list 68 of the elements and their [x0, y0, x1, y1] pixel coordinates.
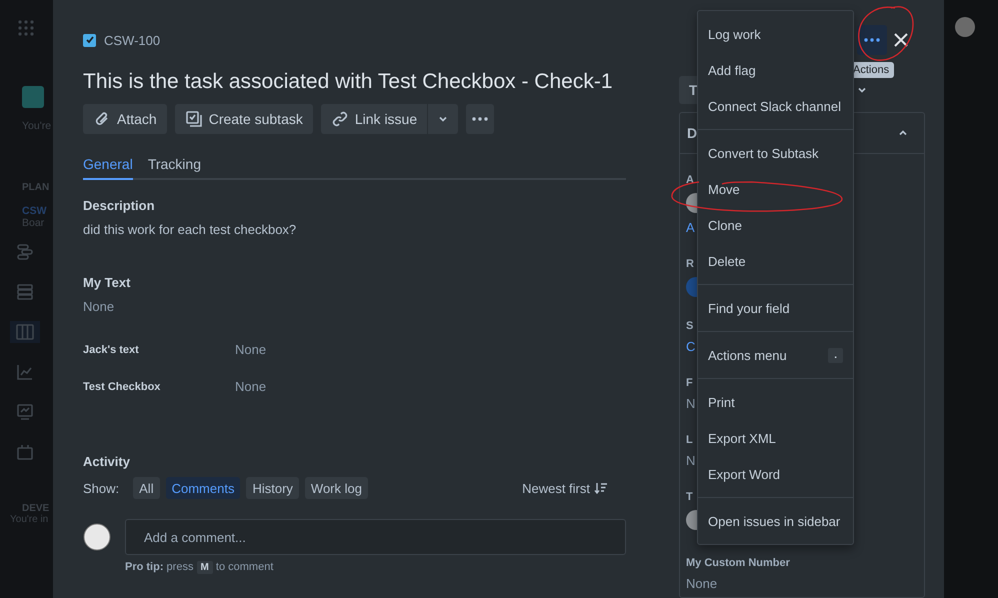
field-label: Test Checkbox — [83, 380, 162, 392]
link-icon — [330, 110, 349, 128]
section-heading: Activity — [83, 454, 131, 469]
issue-key-link[interactable]: CSW-100 — [104, 32, 160, 48]
field-value[interactable]: None — [235, 342, 266, 357]
field-label: F — [686, 377, 693, 389]
field-label: Description — [83, 198, 156, 213]
project-avatar-icon — [22, 86, 44, 108]
menu-item[interactable]: Export Word — [698, 456, 853, 492]
field-label: R — [686, 258, 694, 270]
field-label: S — [686, 320, 694, 332]
menu-item[interactable]: Move — [698, 171, 853, 207]
link-button[interactable]: Link issue — [320, 104, 428, 134]
more-actions-button[interactable] — [857, 25, 887, 55]
close-icon[interactable] — [893, 32, 909, 48]
board-icon — [16, 323, 34, 341]
tab[interactable]: Tracking — [148, 156, 201, 180]
sort-button[interactable]: Newest first — [516, 480, 614, 496]
reports-icon — [16, 363, 34, 381]
filter-button[interactable]: Work log — [304, 477, 368, 499]
subtask-button[interactable]: Create subtask — [174, 104, 313, 134]
field-label: L — [686, 434, 693, 446]
apps-grid-icon[interactable] — [18, 20, 34, 36]
menu-item[interactable]: Convert to Subtask — [698, 135, 853, 171]
menu-item[interactable]: Clone — [698, 207, 853, 243]
pro-tip-text: Pro tip: press M to comment — [125, 561, 274, 573]
comment-field[interactable]: Add a comment... — [125, 519, 626, 555]
sidebar-item[interactable] — [10, 321, 40, 343]
field-label: Jack's text — [83, 344, 140, 356]
description-text[interactable]: did this work for each test checkbox? — [83, 222, 626, 237]
tab[interactable]: General — [83, 156, 133, 180]
menu-item[interactable]: Connect Slack channel — [698, 88, 853, 124]
field-value[interactable]: None — [235, 379, 266, 394]
timeline-icon — [16, 243, 34, 261]
field-value[interactable]: None — [686, 576, 718, 591]
menu-item[interactable]: Print — [698, 384, 853, 420]
attach-button[interactable]: Attach — [83, 104, 167, 134]
more-icon — [472, 117, 488, 121]
subtask-icon — [184, 110, 203, 128]
filter-button[interactable]: History — [246, 477, 299, 499]
avatar-icon[interactable] — [954, 16, 976, 38]
avatar-icon — [83, 523, 111, 551]
filter-button[interactable]: All — [133, 477, 160, 499]
menu-item[interactable]: Find your field — [698, 290, 853, 326]
dropdown-button[interactable] — [428, 104, 458, 134]
menu-item[interactable]: Actions menu . — [698, 337, 853, 373]
sidebar-text: CSW — [22, 205, 48, 217]
field-label: A — [686, 174, 694, 186]
issue-title[interactable]: This is the task associated with Test Checkbox - Check-1 — [83, 70, 626, 94]
backlog-icon — [16, 283, 34, 301]
show-label: Show: — [83, 480, 120, 496]
field-label: My Text — [83, 275, 132, 290]
menu-item[interactable]: Open issues in sidebar — [698, 503, 853, 539]
more-icon — [864, 38, 880, 42]
menu-item[interactable]: Delete — [698, 243, 853, 279]
field-value[interactable]: N — [686, 453, 696, 468]
field-value[interactable]: N — [686, 396, 696, 411]
menu-item[interactable]: Log work — [698, 16, 853, 52]
panel-heading[interactable]: D — [687, 125, 698, 141]
filter-button[interactable]: Comments — [166, 477, 240, 499]
field-value[interactable]: A — [686, 220, 695, 235]
field-value[interactable]: C — [686, 339, 696, 354]
field-value[interactable]: None — [83, 299, 626, 314]
menu-item[interactable]: Export XML — [698, 420, 853, 456]
field-label: My Custom Number — [686, 557, 790, 569]
sort-icon — [594, 482, 608, 494]
field-label: T — [686, 491, 693, 503]
more-button[interactable] — [466, 104, 494, 134]
